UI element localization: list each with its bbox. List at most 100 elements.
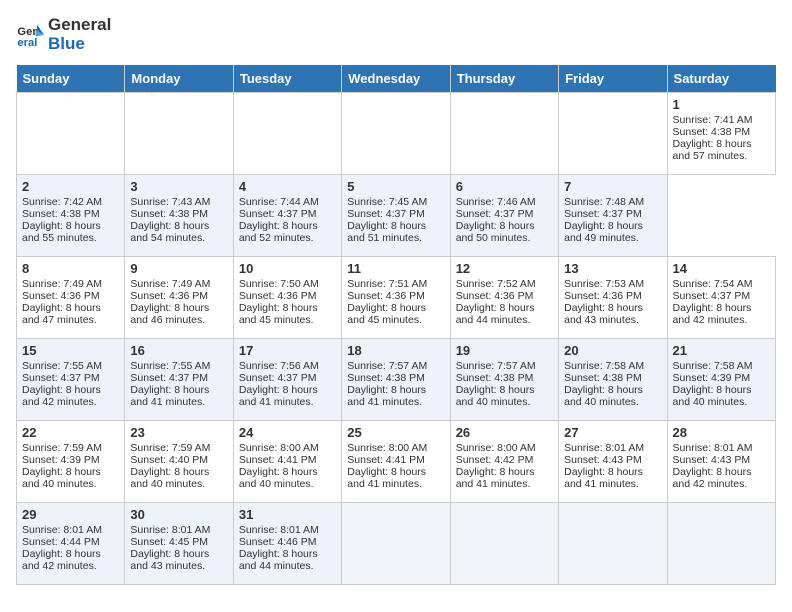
- sunrise-text: Sunrise: 8:01 AM: [130, 524, 227, 536]
- daylight-text: Daylight: 8 hours and 41 minutes.: [130, 384, 227, 408]
- calendar-cell: 31Sunrise: 8:01 AMSunset: 4:46 PMDayligh…: [233, 503, 341, 585]
- sunset-text: Sunset: 4:37 PM: [239, 208, 336, 220]
- daylight-text: Daylight: 8 hours and 40 minutes.: [673, 384, 770, 408]
- sunrise-text: Sunrise: 7:51 AM: [347, 278, 444, 290]
- daylight-text: Daylight: 8 hours and 42 minutes.: [22, 548, 119, 572]
- sunrise-text: Sunrise: 7:49 AM: [22, 278, 119, 290]
- calendar-cell: 18Sunrise: 7:57 AMSunset: 4:38 PMDayligh…: [342, 339, 450, 421]
- calendar-cell: 10Sunrise: 7:50 AMSunset: 4:36 PMDayligh…: [233, 257, 341, 339]
- calendar-cell: 19Sunrise: 7:57 AMSunset: 4:38 PMDayligh…: [450, 339, 558, 421]
- day-number: 4: [239, 179, 336, 194]
- day-number: 17: [239, 343, 336, 358]
- sunset-text: Sunset: 4:36 PM: [130, 290, 227, 302]
- sunset-text: Sunset: 4:38 PM: [22, 208, 119, 220]
- sunset-text: Sunset: 4:37 PM: [22, 372, 119, 384]
- sunset-text: Sunset: 4:37 PM: [130, 372, 227, 384]
- day-number: 22: [22, 425, 119, 440]
- daylight-text: Daylight: 8 hours and 50 minutes.: [456, 220, 553, 244]
- sunrise-text: Sunrise: 7:42 AM: [22, 196, 119, 208]
- sunset-text: Sunset: 4:39 PM: [22, 454, 119, 466]
- sunrise-text: Sunrise: 7:55 AM: [130, 360, 227, 372]
- sunrise-text: Sunrise: 7:41 AM: [673, 114, 770, 126]
- sunset-text: Sunset: 4:46 PM: [239, 536, 336, 548]
- sunrise-text: Sunrise: 7:48 AM: [564, 196, 661, 208]
- sunset-text: Sunset: 4:36 PM: [239, 290, 336, 302]
- sunset-text: Sunset: 4:38 PM: [456, 372, 553, 384]
- daylight-text: Daylight: 8 hours and 46 minutes.: [130, 302, 227, 326]
- daylight-text: Daylight: 8 hours and 40 minutes.: [22, 466, 119, 490]
- sunset-text: Sunset: 4:37 PM: [673, 290, 770, 302]
- sunset-text: Sunset: 4:38 PM: [130, 208, 227, 220]
- day-number: 6: [456, 179, 553, 194]
- day-number: 8: [22, 261, 119, 276]
- calendar-cell: 13Sunrise: 7:53 AMSunset: 4:36 PMDayligh…: [559, 257, 667, 339]
- calendar-cell: [667, 503, 775, 585]
- column-header-friday: Friday: [559, 65, 667, 93]
- calendar-cell: 28Sunrise: 8:01 AMSunset: 4:43 PMDayligh…: [667, 421, 775, 503]
- sunrise-text: Sunrise: 7:57 AM: [347, 360, 444, 372]
- sunrise-text: Sunrise: 7:58 AM: [673, 360, 770, 372]
- sunset-text: Sunset: 4:44 PM: [22, 536, 119, 548]
- calendar-cell: [342, 503, 450, 585]
- calendar-week-1: 2Sunrise: 7:42 AMSunset: 4:38 PMDaylight…: [17, 175, 776, 257]
- logo: Gen eral General Blue: [16, 16, 111, 53]
- calendar-cell: 26Sunrise: 8:00 AMSunset: 4:42 PMDayligh…: [450, 421, 558, 503]
- sunset-text: Sunset: 4:43 PM: [673, 454, 770, 466]
- daylight-text: Daylight: 8 hours and 57 minutes.: [673, 138, 770, 162]
- day-number: 28: [673, 425, 770, 440]
- column-header-monday: Monday: [125, 65, 233, 93]
- sunrise-text: Sunrise: 8:00 AM: [456, 442, 553, 454]
- daylight-text: Daylight: 8 hours and 43 minutes.: [564, 302, 661, 326]
- calendar-week-5: 29Sunrise: 8:01 AMSunset: 4:44 PMDayligh…: [17, 503, 776, 585]
- sunset-text: Sunset: 4:36 PM: [564, 290, 661, 302]
- day-number: 23: [130, 425, 227, 440]
- calendar-cell: 8Sunrise: 7:49 AMSunset: 4:36 PMDaylight…: [17, 257, 125, 339]
- daylight-text: Daylight: 8 hours and 41 minutes.: [347, 466, 444, 490]
- calendar-cell: 30Sunrise: 8:01 AMSunset: 4:45 PMDayligh…: [125, 503, 233, 585]
- day-number: 19: [456, 343, 553, 358]
- calendar-week-2: 8Sunrise: 7:49 AMSunset: 4:36 PMDaylight…: [17, 257, 776, 339]
- day-number: 21: [673, 343, 770, 358]
- day-number: 2: [22, 179, 119, 194]
- daylight-text: Daylight: 8 hours and 41 minutes.: [347, 384, 444, 408]
- sunrise-text: Sunrise: 7:57 AM: [456, 360, 553, 372]
- sunrise-text: Sunrise: 7:43 AM: [130, 196, 227, 208]
- calendar-cell: 1Sunrise: 7:41 AMSunset: 4:38 PMDaylight…: [667, 93, 775, 175]
- calendar-header-row: SundayMondayTuesdayWednesdayThursdayFrid…: [17, 65, 776, 93]
- column-header-saturday: Saturday: [667, 65, 775, 93]
- calendar-cell: [125, 93, 233, 175]
- day-number: 11: [347, 261, 444, 276]
- calendar-table: SundayMondayTuesdayWednesdayThursdayFrid…: [16, 65, 776, 585]
- sunrise-text: Sunrise: 8:00 AM: [347, 442, 444, 454]
- svg-text:eral: eral: [17, 37, 37, 49]
- column-header-tuesday: Tuesday: [233, 65, 341, 93]
- sunset-text: Sunset: 4:38 PM: [347, 372, 444, 384]
- daylight-text: Daylight: 8 hours and 43 minutes.: [130, 548, 227, 572]
- sunset-text: Sunset: 4:39 PM: [673, 372, 770, 384]
- calendar-cell: 5Sunrise: 7:45 AMSunset: 4:37 PMDaylight…: [342, 175, 450, 257]
- sunset-text: Sunset: 4:37 PM: [456, 208, 553, 220]
- calendar-cell: [17, 93, 125, 175]
- sunset-text: Sunset: 4:41 PM: [347, 454, 444, 466]
- calendar-cell: 25Sunrise: 8:00 AMSunset: 4:41 PMDayligh…: [342, 421, 450, 503]
- sunset-text: Sunset: 4:43 PM: [564, 454, 661, 466]
- sunset-text: Sunset: 4:36 PM: [22, 290, 119, 302]
- logo-blue: Blue: [48, 35, 111, 54]
- sunset-text: Sunset: 4:40 PM: [130, 454, 227, 466]
- calendar-cell: 20Sunrise: 7:58 AMSunset: 4:38 PMDayligh…: [559, 339, 667, 421]
- daylight-text: Daylight: 8 hours and 45 minutes.: [239, 302, 336, 326]
- page-header: Gen eral General Blue: [16, 16, 776, 53]
- day-number: 31: [239, 507, 336, 522]
- calendar-cell: [559, 503, 667, 585]
- calendar-cell: 15Sunrise: 7:55 AMSunset: 4:37 PMDayligh…: [17, 339, 125, 421]
- day-number: 3: [130, 179, 227, 194]
- calendar-cell: 24Sunrise: 8:00 AMSunset: 4:41 PMDayligh…: [233, 421, 341, 503]
- calendar-cell: 21 Sunrise: 7:58 AMSunset: 4:39 PMDayligh…: [667, 339, 775, 421]
- calendar-week-0: 1Sunrise: 7:41 AMSunset: 4:38 PMDaylight…: [17, 93, 776, 175]
- sunrise-text: Sunrise: 7:55 AM: [22, 360, 119, 372]
- calendar-cell: [559, 93, 667, 175]
- calendar-cell: 23Sunrise: 7:59 AMSunset: 4:40 PMDayligh…: [125, 421, 233, 503]
- day-number: 16: [130, 343, 227, 358]
- calendar-cell: 14Sunrise: 7:54 AMSunset: 4:37 PMDayligh…: [667, 257, 775, 339]
- day-number: 7: [564, 179, 661, 194]
